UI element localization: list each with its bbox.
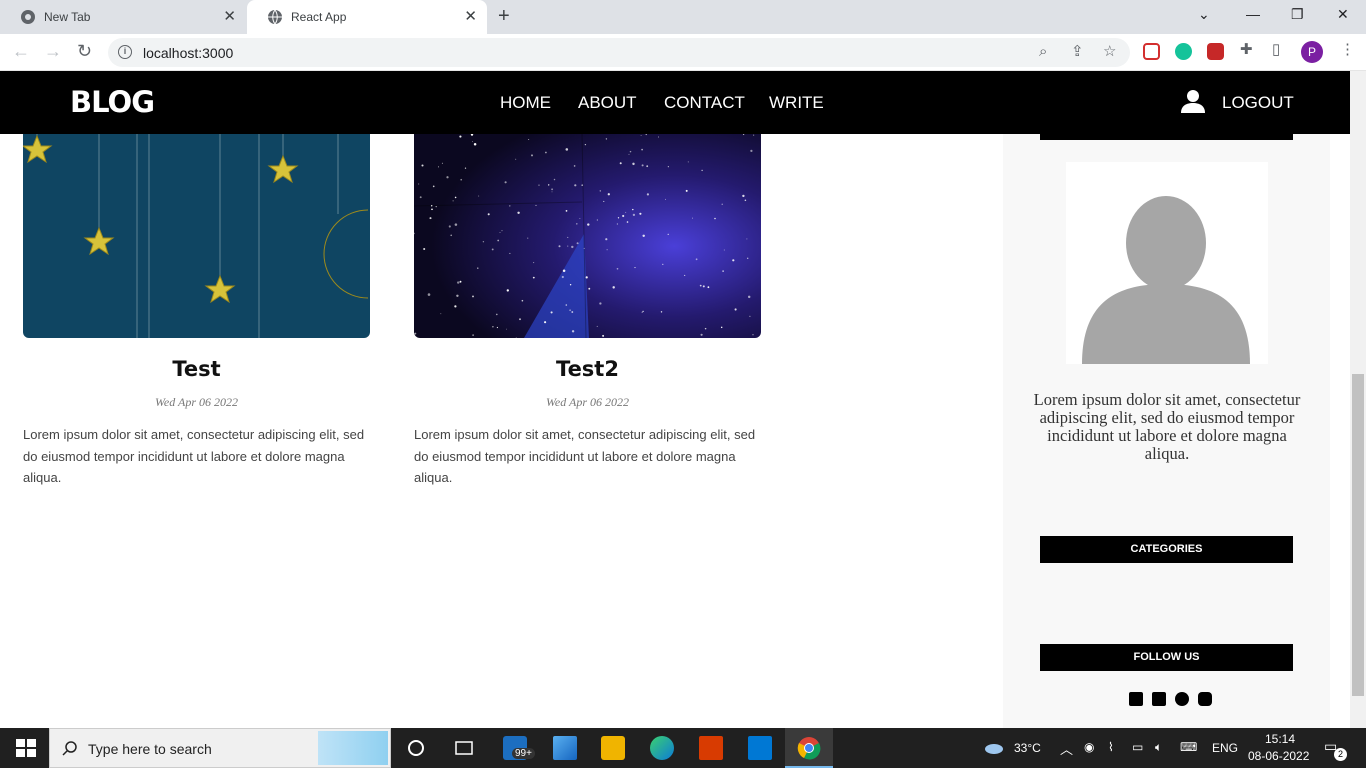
profile-avatar[interactable]: P — [1301, 41, 1323, 63]
search-highlight-image — [318, 731, 388, 765]
scrollbar-thumb[interactable] — [1352, 374, 1364, 696]
categories-title: CATEGORIES — [1040, 536, 1293, 563]
default-avatar-icon — [1082, 196, 1250, 364]
close-tab-icon[interactable]: ✕ — [223, 9, 236, 25]
extensions-puzzle-icon[interactable]: ✚ — [1240, 42, 1253, 58]
new-tab-button[interactable]: + — [498, 6, 510, 26]
post-date: Wed Apr 06 2022 — [154, 395, 238, 409]
post-description: Lorem ipsum dolor sit amet, consectetur … — [23, 427, 365, 485]
side-panel-icon[interactable]: ▯ — [1272, 42, 1280, 58]
nav-contact[interactable]: CONTACT — [664, 93, 745, 113]
instagram-icon[interactable] — [1198, 692, 1212, 706]
file-explorer-icon[interactable] — [553, 736, 577, 760]
globe-icon — [268, 9, 282, 25]
extension-shield-icon[interactable] — [1143, 43, 1160, 60]
nav-write[interactable]: WRITE — [769, 93, 824, 113]
edge-icon[interactable] — [650, 736, 674, 760]
meet-now-icon[interactable]: ◉ — [1084, 740, 1094, 754]
maximize-button[interactable]: ❐ — [1291, 6, 1304, 23]
keyboard-icon[interactable]: ⌨ — [1180, 740, 1197, 754]
follow-us-title: FOLLOW US — [1040, 644, 1293, 671]
search-icon — [62, 741, 77, 756]
twitter-icon[interactable] — [1152, 692, 1166, 706]
post-card[interactable]: Test Wed Apr 06 2022 Lorem ipsum dolor s… — [23, 134, 370, 494]
about-text: Lorem ipsum dolor sit amet, consectetur … — [1033, 390, 1301, 463]
taskbar-search-box[interactable]: Type here to search — [49, 728, 391, 768]
page-scrollbar[interactable] — [1350, 71, 1366, 728]
chrome-taskbar-button[interactable] — [785, 728, 833, 768]
tab-label: New Tab — [44, 10, 91, 24]
reload-button[interactable]: ↻ — [77, 42, 92, 60]
tab-react-app[interactable]: React App ✕ — [247, 0, 487, 34]
clock-date[interactable]: 08-06-2022 — [1248, 749, 1309, 763]
store-icon[interactable] — [601, 736, 625, 760]
author-avatar — [1066, 162, 1268, 364]
post-card[interactable]: Test2 Wed Apr 06 2022 Lorem ipsum dolor … — [414, 134, 761, 494]
minimize-button[interactable]: — — [1246, 6, 1260, 22]
site-info-icon[interactable]: i — [118, 45, 132, 59]
close-window-button[interactable]: ✕ — [1337, 6, 1349, 23]
share-icon[interactable]: ⇪ — [1071, 44, 1084, 60]
clock-time[interactable]: 15:14 — [1265, 732, 1295, 746]
user-icon[interactable] — [1181, 89, 1205, 113]
logout-link[interactable]: LOGOUT — [1222, 93, 1294, 113]
temperature[interactable]: 33°C — [1014, 741, 1041, 755]
url-text: localhost:3000 — [143, 45, 234, 61]
windows-start-icon[interactable] — [14, 736, 38, 760]
back-button[interactable]: ← — [12, 42, 30, 60]
tab-search-icon[interactable]: ⌄ — [1198, 6, 1210, 23]
pinterest-icon[interactable] — [1175, 692, 1189, 706]
site-logo[interactable]: BLOG — [70, 85, 155, 119]
nav-home[interactable]: HOME — [500, 93, 551, 113]
language-indicator[interactable]: ENG — [1212, 741, 1238, 755]
post-title[interactable]: Test2 — [414, 357, 761, 381]
nav-about[interactable]: ABOUT — [578, 93, 637, 113]
site-header: BLOG HOME ABOUT CONTACT WRITE LOGOUT — [0, 71, 1350, 134]
forward-button[interactable]: → — [44, 42, 62, 60]
wifi-icon[interactable]: ⌇ — [1108, 740, 1114, 754]
post-date: Wed Apr 06 2022 — [545, 395, 629, 409]
bookmark-star-icon[interactable]: ☆ — [1103, 44, 1116, 60]
task-view-icon[interactable] — [452, 736, 476, 760]
tab-new-tab[interactable]: New Tab ✕ — [0, 0, 246, 34]
grammarly-icon[interactable] — [1175, 43, 1192, 60]
post-image-galaxy[interactable] — [414, 134, 761, 338]
post-title[interactable]: Test — [23, 357, 370, 381]
close-tab-icon[interactable]: ✕ — [464, 9, 477, 25]
search-placeholder: Type here to search — [88, 741, 212, 757]
weather-cloud-icon[interactable] — [984, 741, 1004, 755]
browser-toolbar: ← → ↻ i localhost:3000 ⌕ ⇪ ☆ ✚ ▯ P ⋮ — [0, 34, 1366, 71]
tab-strip: New Tab ✕ React App ✕ + ⌄ — ❐ ✕ — [0, 0, 1366, 34]
show-hidden-icons[interactable]: ︿ — [1060, 739, 1073, 758]
facebook-icon[interactable] — [1129, 692, 1143, 706]
address-bar[interactable]: i localhost:3000 ⌕ ⇪ ☆ — [108, 38, 1130, 67]
tab-label: React App — [291, 10, 347, 24]
office-icon[interactable] — [699, 736, 723, 760]
chrome-icon — [21, 10, 35, 24]
chrome-icon — [797, 737, 821, 760]
volume-icon[interactable]: 🔈︎ — [1155, 740, 1162, 755]
post-description: Lorem ipsum dolor sit amet, consectetur … — [414, 427, 756, 485]
post-image-stars-moon[interactable] — [23, 134, 370, 338]
battery-icon[interactable]: ▭ — [1132, 740, 1143, 754]
windows-taskbar: Type here to search 99+ 33°C ︿ ◉ ⌇ ▭ 🔈︎ … — [0, 728, 1366, 768]
extension-icon[interactable] — [1207, 43, 1224, 60]
notification-badge: 2 — [1334, 748, 1347, 761]
menu-icon[interactable]: ⋮ — [1340, 42, 1355, 58]
vscode-icon[interactable] — [748, 736, 772, 760]
cortana-icon[interactable] — [404, 736, 428, 760]
page-viewport: BLOG HOME ABOUT CONTACT WRITE LOGOUT Tes… — [0, 71, 1350, 728]
mail-badge: 99+ — [512, 748, 535, 759]
sidebar: Lorem ipsum dolor sit amet, consectetur … — [1003, 132, 1330, 728]
zoom-icon[interactable]: ⌕ — [1039, 44, 1047, 60]
